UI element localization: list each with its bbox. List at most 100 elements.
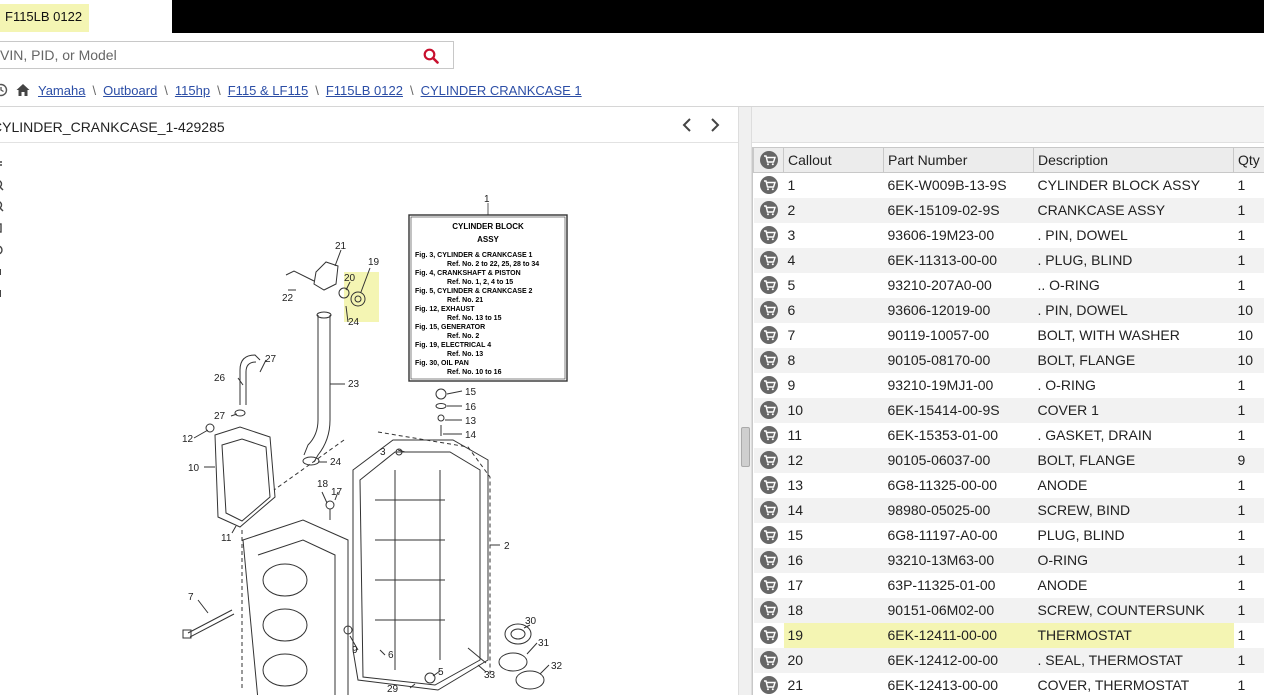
table-row[interactable]: 9 93210-19MJ1-00. O-RING 1: [753, 372, 1264, 398]
column-part-number[interactable]: Part Number: [883, 147, 1034, 173]
add-to-cart-button[interactable]: [753, 197, 784, 223]
table-row[interactable]: 21 6EK-12413-00-00 COVER, THERMOSTAT 1: [753, 672, 1264, 695]
cart-icon[interactable]: [759, 551, 778, 570]
table-row[interactable]: 2 6EK-15109-02-9S CRANKCASE ASSY 1: [753, 197, 1264, 223]
cart-icon[interactable]: [759, 401, 778, 420]
search-icon[interactable]: [423, 48, 439, 64]
add-to-cart-button[interactable]: [753, 422, 784, 448]
breadcrumb-115hp[interactable]: 115hp: [175, 83, 210, 98]
cart-icon[interactable]: [759, 151, 778, 170]
table-row[interactable]: 7 90119-10057-00 BOLT, WITH WASHER 10: [753, 322, 1264, 348]
add-to-cart-button[interactable]: [753, 672, 784, 695]
cart-icon[interactable]: [759, 651, 778, 670]
table-row[interactable]: 10 6EK-15414-00-9S COVER 11: [753, 397, 1264, 423]
cell-part-number: 6G8-11325-00-00: [883, 472, 1034, 498]
table-row[interactable]: 6 93606-12019-00. PIN, DOWEL 10: [753, 297, 1264, 323]
cell-qty: 9: [1233, 447, 1264, 473]
table-row[interactable]: 14 98980-05025-00 SCREW, BIND 1: [753, 497, 1264, 523]
cart-icon[interactable]: [759, 426, 778, 445]
add-to-cart-button[interactable]: [753, 272, 784, 298]
menu-icon[interactable]: [0, 161, 2, 166]
cart-icon[interactable]: [759, 676, 778, 695]
breadcrumb-outboard[interactable]: Outboard: [103, 83, 157, 98]
add-to-cart-button[interactable]: [753, 372, 784, 398]
table-row[interactable]: 13 6G8-11325-00-00 ANODE 1: [753, 472, 1264, 498]
add-to-cart-button[interactable]: [753, 647, 784, 673]
model-tab[interactable]: F115LB 0122: [0, 4, 90, 32]
add-to-cart-button[interactable]: [753, 472, 784, 498]
zoom-in-icon[interactable]: [0, 180, 4, 191]
cart-icon[interactable]: [759, 476, 778, 495]
cart-icon[interactable]: [759, 451, 778, 470]
table-row[interactable]: 11 6EK-15353-01-00. GASKET, DRAIN 1: [753, 422, 1264, 448]
add-to-cart-button[interactable]: [753, 222, 784, 248]
cart-icon[interactable]: [759, 576, 778, 595]
cart-icon[interactable]: [759, 326, 778, 345]
splitter-handle[interactable]: [741, 427, 750, 467]
table-row[interactable]: 15 6G8-11197-A0-00 PLUG, BLIND 1: [753, 522, 1264, 548]
add-to-cart-button[interactable]: [753, 522, 784, 548]
add-to-cart-button[interactable]: [753, 172, 784, 198]
table-row[interactable]: 16 93210-13M63-00 O-RING 1: [753, 547, 1264, 573]
breadcrumb-f115lb-0122[interactable]: F115LB 0122: [326, 83, 403, 98]
add-to-cart-button[interactable]: [753, 572, 784, 598]
table-row[interactable]: 1 6EK-W009B-13-9S CYLINDER BLOCK ASSY 1: [753, 172, 1264, 198]
parts-diagram[interactable]: CYLINDER BLOCK ASSY Fig. 3, CYLINDER & C…: [12, 144, 737, 695]
download-icon[interactable]: [0, 290, 1, 297]
cell-description: CRANKCASE ASSY: [1033, 197, 1234, 223]
rotate-icon[interactable]: [0, 245, 3, 255]
add-to-cart-button[interactable]: [753, 322, 784, 348]
callout-label: 26: [214, 373, 226, 384]
cart-icon[interactable]: [759, 301, 778, 320]
add-all-to-cart-button[interactable]: [753, 147, 784, 173]
previous-diagram-icon[interactable]: [679, 117, 695, 133]
breadcrumb-cylinder-crankcase-1[interactable]: CYLINDER CRANKCASE 1: [421, 83, 582, 98]
table-row[interactable]: 5 93210-207A0-00.. O-RING 1: [753, 272, 1264, 298]
column-qty[interactable]: Qty: [1233, 147, 1264, 173]
table-row[interactable]: 19 6EK-12411-00-00 THERMOSTAT 1: [753, 622, 1264, 648]
cell-callout: 10: [783, 397, 884, 423]
cart-icon[interactable]: [759, 626, 778, 645]
add-to-cart-button[interactable]: [753, 347, 784, 373]
add-to-cart-button[interactable]: [753, 622, 784, 648]
cart-icon[interactable]: [759, 601, 778, 620]
cart-icon[interactable]: [759, 176, 778, 195]
cart-icon[interactable]: [759, 201, 778, 220]
column-callout[interactable]: Callout: [783, 147, 884, 173]
fit-screen-icon[interactable]: [0, 223, 2, 233]
search-input[interactable]: [0, 42, 411, 68]
cart-icon[interactable]: [759, 251, 778, 270]
table-row[interactable]: 4 6EK-11313-00-00. PLUG, BLIND 1: [753, 247, 1264, 273]
table-row[interactable]: 18 90151-06M02-00 SCREW, COUNTERSUNK 1: [753, 597, 1264, 623]
column-description[interactable]: Description: [1033, 147, 1234, 173]
add-to-cart-button[interactable]: [753, 397, 784, 423]
cart-icon[interactable]: [759, 226, 778, 245]
cart-icon[interactable]: [759, 501, 778, 520]
add-to-cart-button[interactable]: [753, 547, 784, 573]
cart-icon[interactable]: [759, 526, 778, 545]
table-row[interactable]: 8 90105-08170-00 BOLT, FLANGE 10: [753, 347, 1264, 373]
add-to-cart-button[interactable]: [753, 247, 784, 273]
add-to-cart-button[interactable]: [753, 497, 784, 523]
panel-splitter[interactable]: [738, 107, 752, 695]
reference-box: CYLINDER BLOCK ASSY Fig. 3, CYLINDER & C…: [408, 203, 568, 382]
add-to-cart-button[interactable]: [753, 297, 784, 323]
cell-qty: 1: [1233, 372, 1264, 398]
add-to-cart-button[interactable]: [753, 597, 784, 623]
cart-icon[interactable]: [759, 276, 778, 295]
table-row[interactable]: 20 6EK-12412-00-00. SEAL, THERMOSTAT 1: [753, 647, 1264, 673]
breadcrumb-yamaha[interactable]: Yamaha: [38, 83, 85, 98]
callout-label: 9: [352, 645, 358, 656]
cart-icon[interactable]: [759, 351, 778, 370]
next-diagram-icon[interactable]: [707, 117, 723, 133]
table-row[interactable]: 17 63P-11325-01-00 ANODE 1: [753, 572, 1264, 598]
table-row[interactable]: 3 93606-19M23-00. PIN, DOWEL 1: [753, 222, 1264, 248]
cart-icon[interactable]: [759, 376, 778, 395]
zoom-out-icon[interactable]: [0, 201, 4, 212]
breadcrumb-f115-lf115[interactable]: F115 & LF115: [228, 83, 308, 98]
table-row[interactable]: 12 90105-06037-00 BOLT, FLANGE 9: [753, 447, 1264, 473]
history-icon[interactable]: [0, 83, 8, 97]
add-to-cart-button[interactable]: [753, 447, 784, 473]
home-icon[interactable]: [16, 83, 30, 97]
print-icon[interactable]: [0, 269, 1, 275]
